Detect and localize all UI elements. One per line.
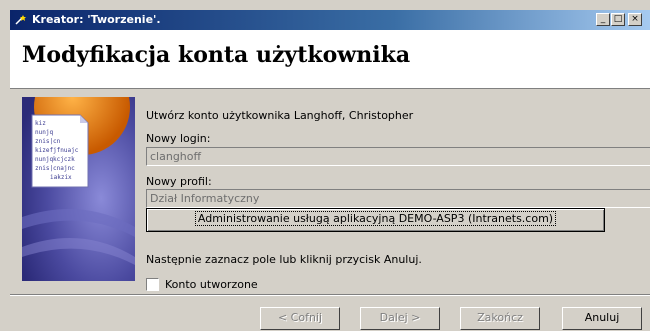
footer-divider bbox=[10, 294, 650, 296]
page-title: Modyfikacja konta użytkownika bbox=[22, 42, 411, 68]
profile-field[interactable]: Dział Informatyczny bbox=[146, 189, 650, 208]
wizard-illustration: kiz nunjq znis|cn kizefjfnuajc nunjqkcjc… bbox=[22, 97, 135, 281]
cancel-button[interactable]: Anuluj bbox=[562, 307, 642, 330]
art-line-6: znis|cnajnc bbox=[35, 165, 75, 172]
intro-text: Utwórz konto użytkownika Langhoff, Chris… bbox=[146, 109, 414, 122]
account-created-label[interactable]: Konto utworzone bbox=[165, 278, 258, 291]
administer-service-label: Administrowanie usługą aplikacyjną DEMO-… bbox=[194, 211, 557, 226]
profile-label: Nowy profil: bbox=[146, 175, 212, 188]
administer-service-button[interactable]: Administrowanie usługą aplikacyjną DEMO-… bbox=[146, 208, 605, 232]
art-line-3: znis|cn bbox=[35, 138, 61, 145]
art-line-7: iakzix bbox=[50, 174, 72, 181]
minimize-icon: _ bbox=[600, 14, 606, 24]
maximize-button[interactable]: □ bbox=[611, 13, 625, 26]
art-line-4: kizefjfnuajc bbox=[35, 147, 79, 154]
wizard-header: Modyfikacja konta użytkownika bbox=[10, 30, 650, 89]
minimize-button[interactable]: _ bbox=[596, 13, 610, 26]
art-line-2: nunjq bbox=[35, 129, 53, 136]
close-icon: × bbox=[631, 14, 639, 24]
login-label: Nowy login: bbox=[146, 132, 211, 145]
account-created-checkbox[interactable] bbox=[146, 278, 159, 291]
finish-button[interactable]: Zakończ bbox=[460, 307, 540, 330]
instruction-text: Następnie zaznacz pole lub kliknij przyc… bbox=[146, 253, 422, 266]
art-line-1: kiz bbox=[35, 120, 46, 127]
window-title: Kreator: 'Tworzenie'. bbox=[32, 13, 161, 26]
login-field[interactable]: clanghoff bbox=[146, 147, 650, 166]
wizard-wand-icon bbox=[15, 15, 26, 25]
wizard-window: Kreator: 'Tworzenie'. _ □ × Modyfikacja … bbox=[10, 10, 650, 331]
maximize-icon: □ bbox=[613, 14, 623, 24]
back-button[interactable]: < Cofnij bbox=[260, 307, 340, 330]
title-bar[interactable]: Kreator: 'Tworzenie'. _ □ × bbox=[10, 10, 650, 30]
next-button[interactable]: Dalej > bbox=[360, 307, 440, 330]
close-button[interactable]: × bbox=[628, 13, 642, 26]
art-line-5: nunjqkcjczk bbox=[35, 156, 75, 163]
